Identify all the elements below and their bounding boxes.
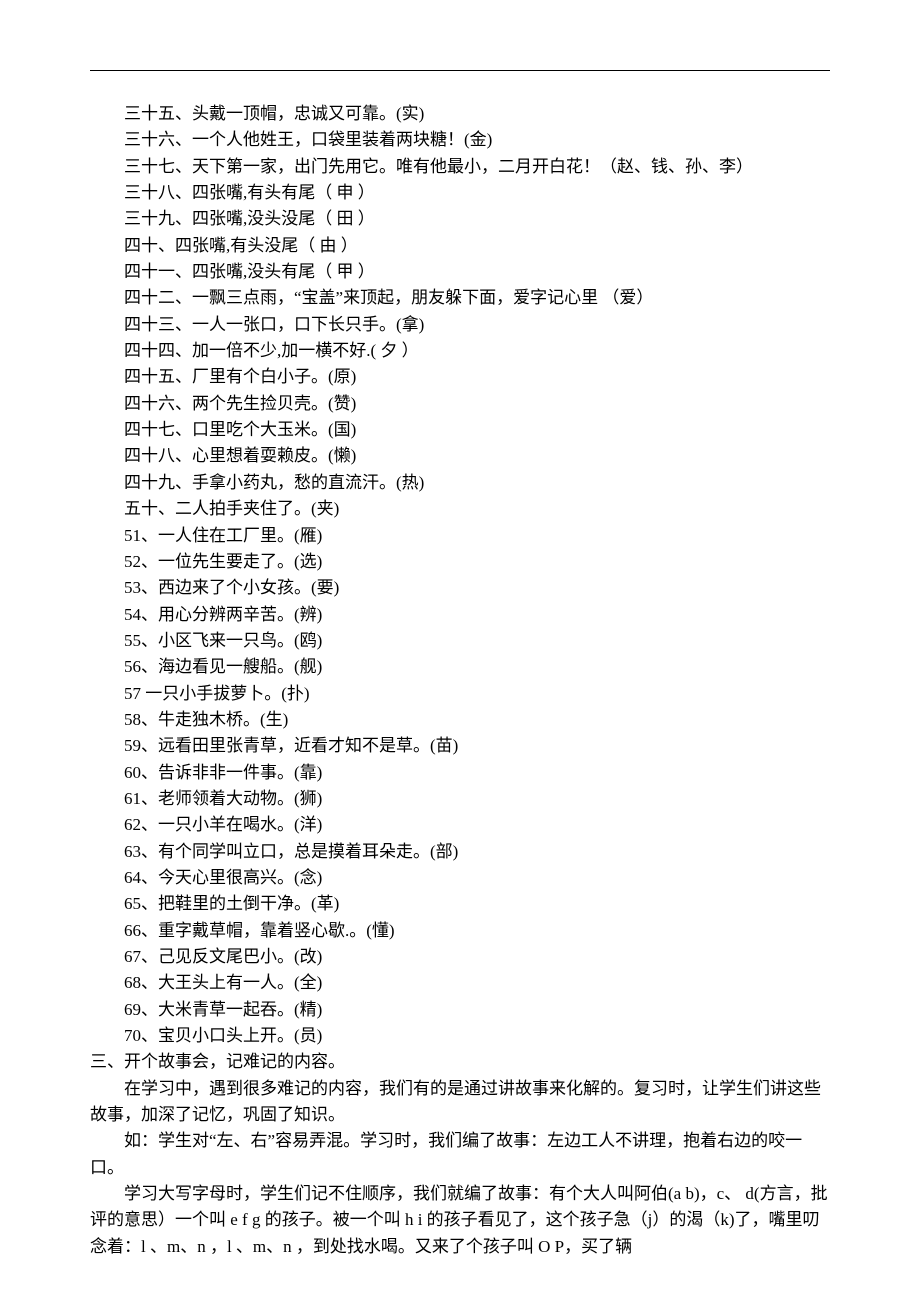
text-line: 58、牛走独木桥。(生) bbox=[90, 707, 830, 733]
text-line: 三十九、四张嘴,没头没尾（ 田 ） bbox=[90, 206, 830, 232]
text-line: 在学习中，遇到很多难记的内容，我们有的是通过讲故事来化解的。复习时，让学生们讲这… bbox=[90, 1076, 830, 1129]
text-line: 66、重字戴草帽，靠着竖心歇.。(懂) bbox=[90, 918, 830, 944]
text-line: 三十八、四张嘴,有头有尾（ 申 ） bbox=[90, 180, 830, 206]
text-line: 四十三、一人一张口，口下长只手。(拿) bbox=[90, 312, 830, 338]
text-line: 51、一人住在工厂里。(雁) bbox=[90, 523, 830, 549]
text-line: 四十七、口里吃个大玉米。(国) bbox=[90, 417, 830, 443]
text-line: 四十、四张嘴,有头没尾（ 由 ） bbox=[90, 233, 830, 259]
text-line: 52、一位先生要走了。(选) bbox=[90, 549, 830, 575]
text-line: 55、小区飞来一只鸟。(鸥) bbox=[90, 628, 830, 654]
text-line: 四十一、四张嘴,没头有尾（ 甲 ） bbox=[90, 259, 830, 285]
text-line: 54、用心分辨两辛苦。(辨) bbox=[90, 602, 830, 628]
text-line: 64、今天心里很高兴。(念) bbox=[90, 865, 830, 891]
header-rule bbox=[90, 70, 830, 71]
text-line: 62、一只小羊在喝水。(洋) bbox=[90, 812, 830, 838]
document-body: 三十五、头戴一顶帽，忠诚又可靠。(实)三十六、一个人他姓王，口袋里装着两块糖！(… bbox=[90, 101, 830, 1260]
text-line: 三十五、头戴一顶帽，忠诚又可靠。(实) bbox=[90, 101, 830, 127]
text-line: 四十二、一飘三点雨，“宝盖”来顶起，朋友躲下面，爱字记心里 （爱） bbox=[90, 285, 830, 311]
text-line: 63、有个同学叫立口，总是摸着耳朵走。(部) bbox=[90, 839, 830, 865]
text-line: 四十六、两个先生捡贝壳。(赞) bbox=[90, 391, 830, 417]
text-line: 如：学生对“左、右”容易弄混。学习时，我们编了故事：左边工人不讲理，抱着右边的咬… bbox=[90, 1128, 830, 1181]
text-line: 三、开个故事会，记难记的内容。 bbox=[90, 1049, 830, 1075]
text-line: 69、大米青草一起吞。(精) bbox=[90, 997, 830, 1023]
text-line: 三十六、一个人他姓王，口袋里装着两块糖！(金) bbox=[90, 127, 830, 153]
text-line: 68、大王头上有一人。(全) bbox=[90, 970, 830, 996]
text-line: 65、把鞋里的土倒干净。(革) bbox=[90, 891, 830, 917]
text-line: 57 一只小手拔萝卜。(扑) bbox=[90, 681, 830, 707]
text-line: 59、远看田里张青草，近看才知不是草。(苗) bbox=[90, 733, 830, 759]
text-line: 61、老师领着大动物。(狮) bbox=[90, 786, 830, 812]
document-page: 三十五、头戴一顶帽，忠诚又可靠。(实)三十六、一个人他姓王，口袋里装着两块糖！(… bbox=[0, 0, 920, 1260]
text-line: 53、西边来了个小女孩。(要) bbox=[90, 575, 830, 601]
text-line: 四十九、手拿小药丸，愁的直流汗。(热) bbox=[90, 470, 830, 496]
text-line: 60、告诉非非一件事。(靠) bbox=[90, 760, 830, 786]
text-line: 五十、二人拍手夹住了。(夹) bbox=[90, 496, 830, 522]
text-line: 70、宝贝小口头上开。(员) bbox=[90, 1023, 830, 1049]
text-line: 学习大写字母时，学生们记不住顺序，我们就编了故事：有个大人叫阿伯(a b)，c、… bbox=[90, 1181, 830, 1260]
text-line: 三十七、天下第一家，出门先用它。唯有他最小，二月开白花！（赵、钱、孙、李） bbox=[90, 154, 830, 180]
text-line: 四十八、心里想着耍赖皮。(懒) bbox=[90, 443, 830, 469]
text-line: 56、海边看见一艘船。(舰) bbox=[90, 654, 830, 680]
text-line: 四十四、加一倍不少,加一横不好.( 夕 ） bbox=[90, 338, 830, 364]
text-line: 67、己见反文尾巴小。(改) bbox=[90, 944, 830, 970]
text-line: 四十五、厂里有个白小子。(原) bbox=[90, 364, 830, 390]
